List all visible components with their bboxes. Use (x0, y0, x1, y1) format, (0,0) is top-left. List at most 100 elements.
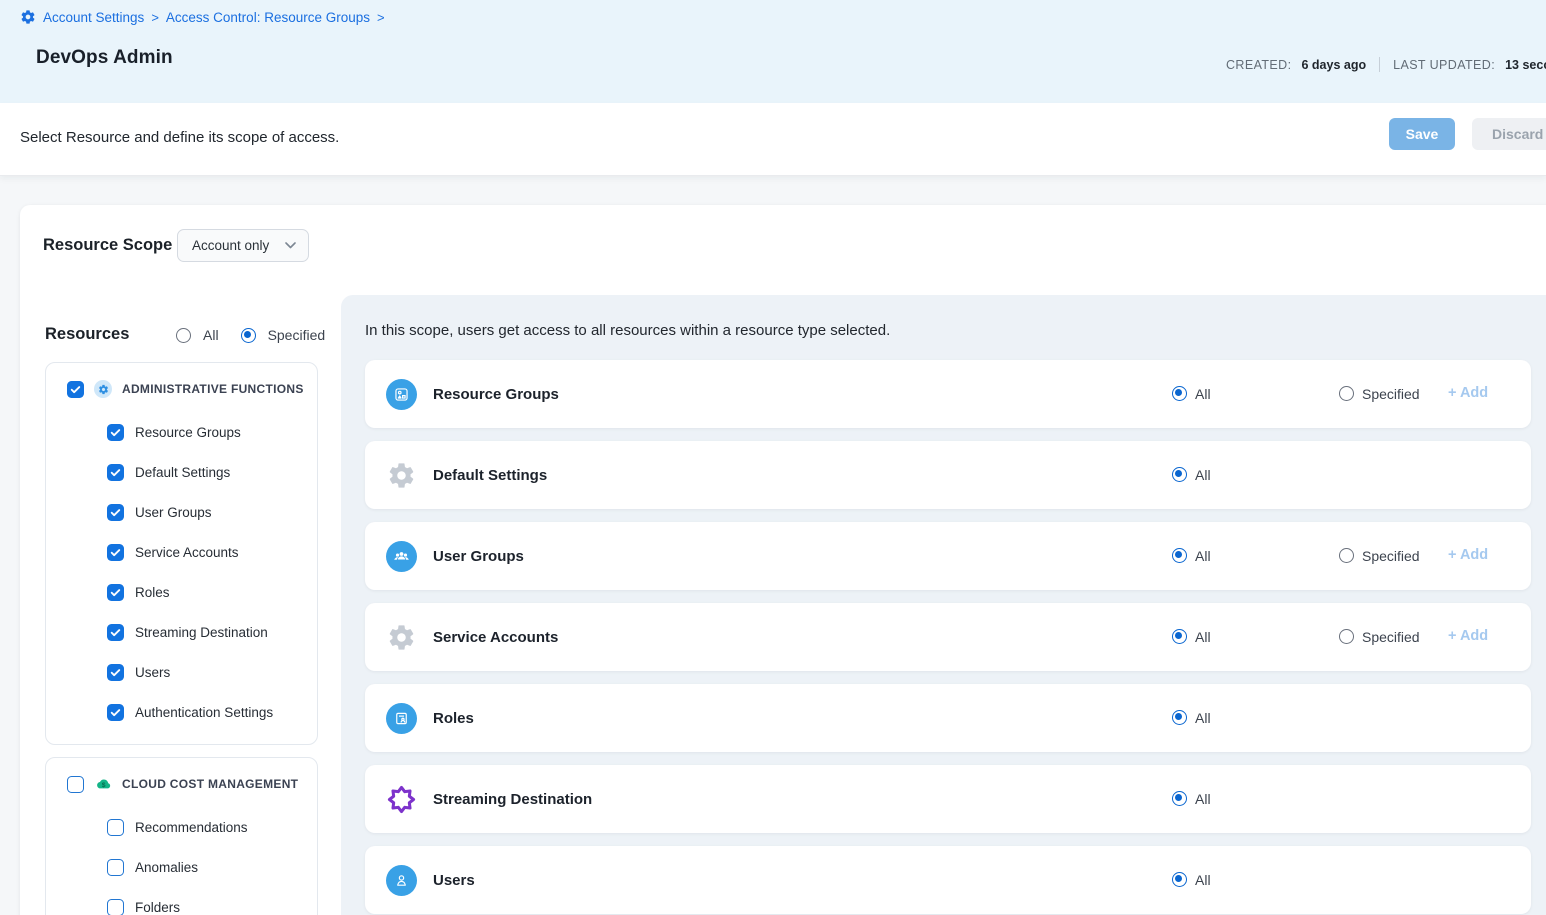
resource-group-header: $ CLOUD COST MANAGEMENT (46, 758, 317, 807)
resource-checkbox-item[interactable]: Streaming Destination (46, 612, 317, 652)
resource-rows: Resource Groups All Specified + Add Defa… (365, 360, 1531, 914)
all-radio[interactable] (1172, 629, 1187, 644)
item-checkbox[interactable] (107, 584, 124, 601)
resource-row: Service Accounts All Specified + Add (365, 603, 1531, 671)
all-radio-label: All (1195, 386, 1211, 402)
resource-checkbox-item[interactable]: Default Settings (46, 452, 317, 492)
resource-checkbox-item[interactable]: Roles (46, 572, 317, 612)
scope-detail-panel: In this scope, users get access to all r… (341, 295, 1546, 915)
item-label: User Groups (135, 505, 212, 520)
group-label: CLOUD COST MANAGEMENT (122, 777, 298, 791)
add-button[interactable]: + Add (1448, 547, 1488, 563)
resources-all-radio[interactable] (176, 328, 191, 343)
all-radio[interactable] (1172, 467, 1187, 482)
streaming-destination-icon (386, 784, 417, 815)
resource-checkbox-item[interactable]: Authentication Settings (46, 692, 317, 732)
item-checkbox[interactable] (107, 624, 124, 641)
item-checkbox[interactable] (107, 424, 124, 441)
item-label: Authentication Settings (135, 705, 273, 720)
item-label: Service Accounts (135, 545, 239, 560)
item-checkbox[interactable] (107, 819, 124, 836)
group-label: ADMINISTRATIVE FUNCTIONS (122, 382, 304, 396)
all-radio-label: All (1195, 629, 1211, 645)
resource-scope-dropdown[interactable]: Account only (177, 229, 309, 262)
resource-row: Default Settings All (365, 441, 1531, 509)
roles-badge-icon (386, 703, 417, 734)
add-button[interactable]: + Add (1448, 628, 1488, 644)
all-radio[interactable] (1172, 791, 1187, 806)
all-radio-label: All (1195, 467, 1211, 483)
row-title: Roles (433, 710, 474, 727)
resource-checkbox-item[interactable]: Resource Groups (46, 412, 317, 452)
row-title: Service Accounts (433, 629, 558, 646)
page-header: Account Settings > Access Control: Resou… (0, 0, 1546, 103)
resource-checkbox-item[interactable]: Folders (46, 887, 317, 915)
resources-all-label: All (203, 327, 219, 343)
scope-description: In this scope, users get access to all r… (365, 322, 890, 339)
item-checkbox[interactable] (107, 899, 124, 915)
specified-radio[interactable] (1339, 548, 1354, 563)
action-toolbar: Select Resource and define its scope of … (0, 103, 1546, 176)
breadcrumb-link-account-settings[interactable]: Account Settings (43, 10, 144, 25)
all-radio[interactable] (1172, 710, 1187, 725)
item-label: Anomalies (135, 860, 198, 875)
resource-checkbox-item[interactable]: User Groups (46, 492, 317, 532)
cloud-dollar-icon: $ (94, 775, 112, 793)
item-label: Streaming Destination (135, 625, 268, 640)
breadcrumb-separator: > (377, 10, 385, 25)
resource-group-card: $ CLOUD COST MANAGEMENT Recommendations … (45, 757, 318, 915)
resources-specified-label: Specified (268, 327, 326, 343)
resource-row: Roles All (365, 684, 1531, 752)
settings-gear-icon (386, 622, 417, 653)
resource-checkbox-item[interactable]: Users (46, 652, 317, 692)
row-title: User Groups (433, 548, 524, 565)
resource-checkbox-item[interactable]: Anomalies (46, 847, 317, 887)
group-checkbox[interactable] (67, 381, 84, 398)
item-checkbox[interactable] (107, 544, 124, 561)
row-title: Resource Groups (433, 386, 559, 403)
resources-specified-radio[interactable] (241, 328, 256, 343)
settings-gear-icon (386, 460, 417, 491)
item-checkbox[interactable] (107, 664, 124, 681)
add-button[interactable]: + Add (1448, 385, 1488, 401)
all-radio-label: All (1195, 710, 1211, 726)
chevron-down-icon (285, 242, 296, 249)
specified-radio[interactable] (1339, 386, 1354, 401)
all-radio[interactable] (1172, 386, 1187, 401)
settings-gear-icon (20, 9, 36, 25)
item-checkbox[interactable] (107, 464, 124, 481)
breadcrumb-link-access-control[interactable]: Access Control: Resource Groups (166, 10, 370, 25)
item-label: Folders (135, 900, 180, 915)
item-checkbox[interactable] (107, 859, 124, 876)
item-label: Recommendations (135, 820, 248, 835)
breadcrumb: Account Settings > Access Control: Resou… (20, 9, 385, 25)
all-radio-label: All (1195, 548, 1211, 564)
resource-row: Users All (365, 846, 1531, 914)
resource-row: User Groups All Specified + Add (365, 522, 1531, 590)
resource-checkbox-item[interactable]: Service Accounts (46, 532, 317, 572)
svg-text:$: $ (101, 781, 105, 788)
resource-group-header: ADMINISTRATIVE FUNCTIONS (46, 363, 317, 412)
all-radio[interactable] (1172, 548, 1187, 563)
all-radio[interactable] (1172, 872, 1187, 887)
all-radio-label: All (1195, 791, 1211, 807)
specified-radio[interactable] (1339, 629, 1354, 644)
resource-checkbox-item[interactable]: Recommendations (46, 807, 317, 847)
discard-button[interactable]: Discard (1472, 118, 1546, 150)
item-label: Default Settings (135, 465, 230, 480)
resource-groups-icon (386, 379, 417, 410)
specified-radio-label: Specified (1362, 629, 1420, 645)
specified-radio-label: Specified (1362, 548, 1420, 564)
all-radio-label: All (1195, 872, 1211, 888)
resource-group-card: ADMINISTRATIVE FUNCTIONS Resource Groups… (45, 362, 318, 745)
group-checkbox[interactable] (67, 776, 84, 793)
item-checkbox[interactable] (107, 704, 124, 721)
item-checkbox[interactable] (107, 504, 124, 521)
breadcrumb-separator: > (151, 10, 159, 25)
resources-panel-title: Resources (45, 325, 129, 344)
item-label: Users (135, 665, 170, 680)
admin-gear-icon (94, 380, 112, 398)
specified-radio-label: Specified (1362, 386, 1420, 402)
save-button[interactable]: Save (1389, 118, 1455, 150)
resources-tree: ADMINISTRATIVE FUNCTIONS Resource Groups… (45, 362, 318, 915)
